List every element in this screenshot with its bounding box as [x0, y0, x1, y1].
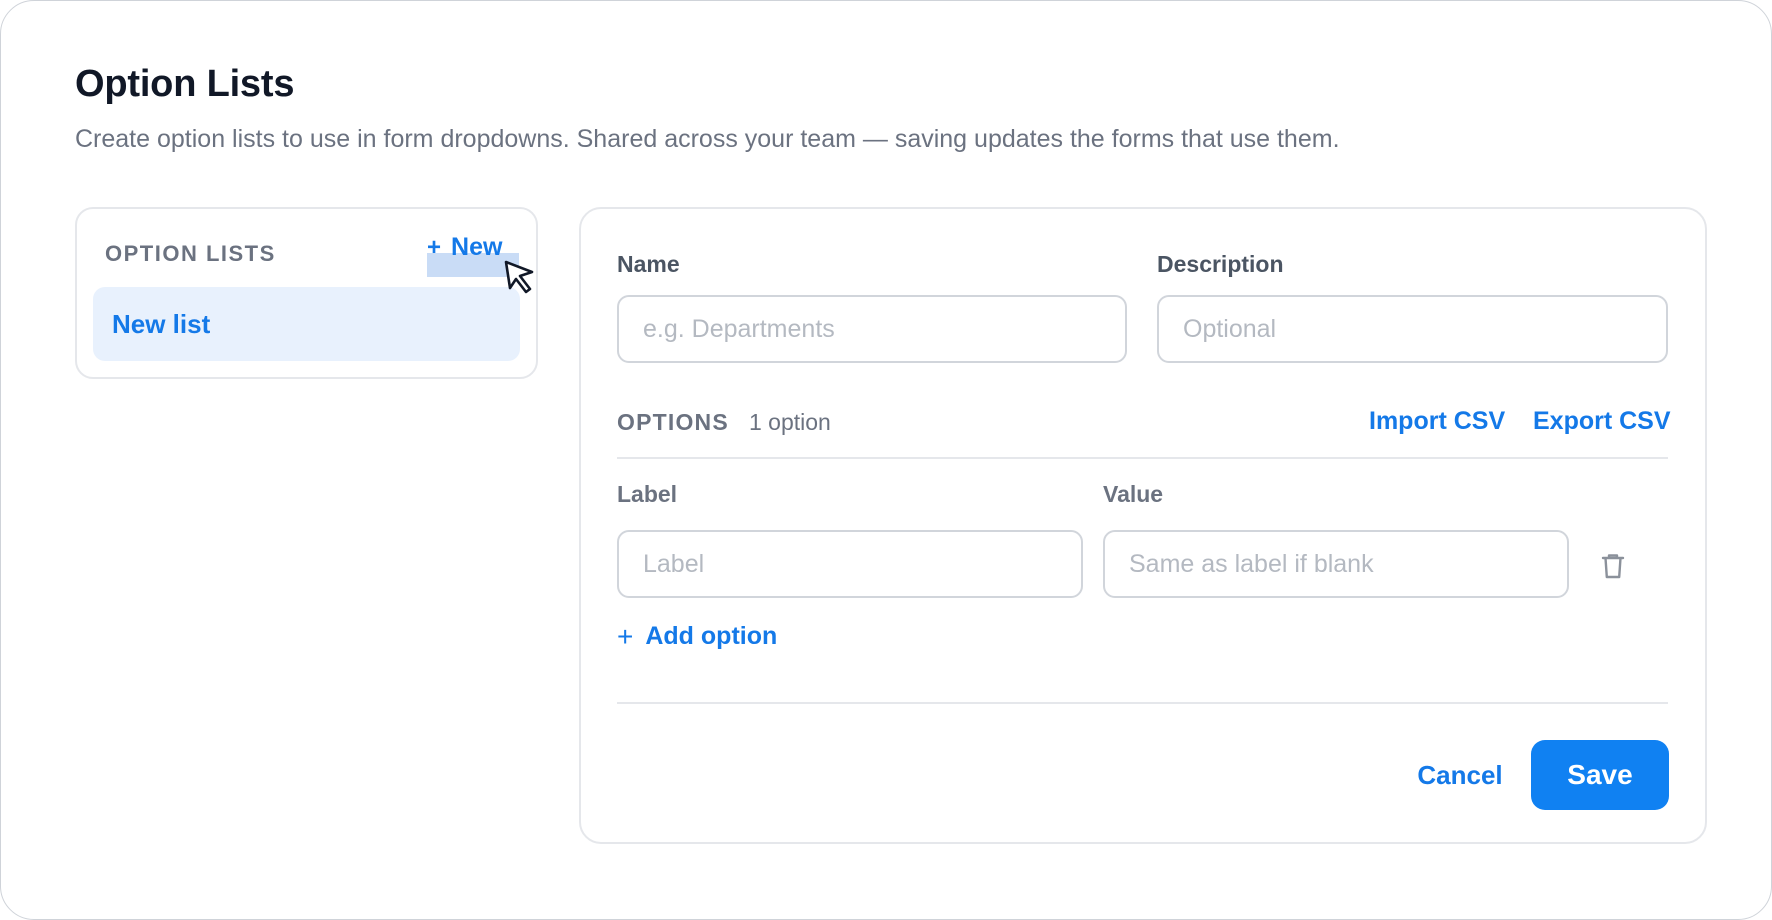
name-label: Name [617, 251, 680, 277]
value-column-header: Value [1103, 481, 1164, 507]
option-value-input[interactable] [1103, 530, 1569, 598]
mouse-cursor-icon [504, 260, 534, 294]
export-csv-button[interactable]: Export CSV [1533, 407, 1671, 436]
description-input[interactable] [1157, 295, 1668, 363]
options-divider [617, 457, 1668, 459]
name-input[interactable] [617, 295, 1127, 363]
add-option-button[interactable]: + Add option [617, 622, 777, 651]
plus-icon: + [617, 620, 634, 652]
description-label: Description [1157, 251, 1284, 277]
new-list-button-label: New [451, 233, 503, 261]
option-lists-sidebar: OPTION LISTS + New New list [75, 207, 538, 379]
sidebar-item-new-list[interactable]: New list [93, 287, 520, 361]
page-subtitle: Create option lists to use in form dropd… [75, 125, 1340, 153]
save-button[interactable]: Save [1531, 740, 1669, 810]
label-column-header: Label [617, 481, 678, 507]
footer-divider [617, 702, 1668, 704]
trash-icon[interactable] [1600, 552, 1626, 580]
app-window: Option Lists Create option lists to use … [0, 0, 1772, 920]
option-list-editor: Name Description OPTIONS 1 option Import… [579, 207, 1707, 844]
options-count: 1 option [749, 409, 831, 435]
page-title: Option Lists [75, 63, 295, 105]
option-label-input[interactable] [617, 530, 1083, 598]
import-csv-button[interactable]: Import CSV [1369, 407, 1505, 436]
sidebar-heading: OPTION LISTS [105, 241, 276, 266]
options-heading: OPTIONS [617, 409, 729, 435]
plus-icon: + [427, 234, 442, 261]
add-option-label: Add option [645, 622, 778, 650]
cancel-button[interactable]: Cancel [1409, 740, 1511, 810]
